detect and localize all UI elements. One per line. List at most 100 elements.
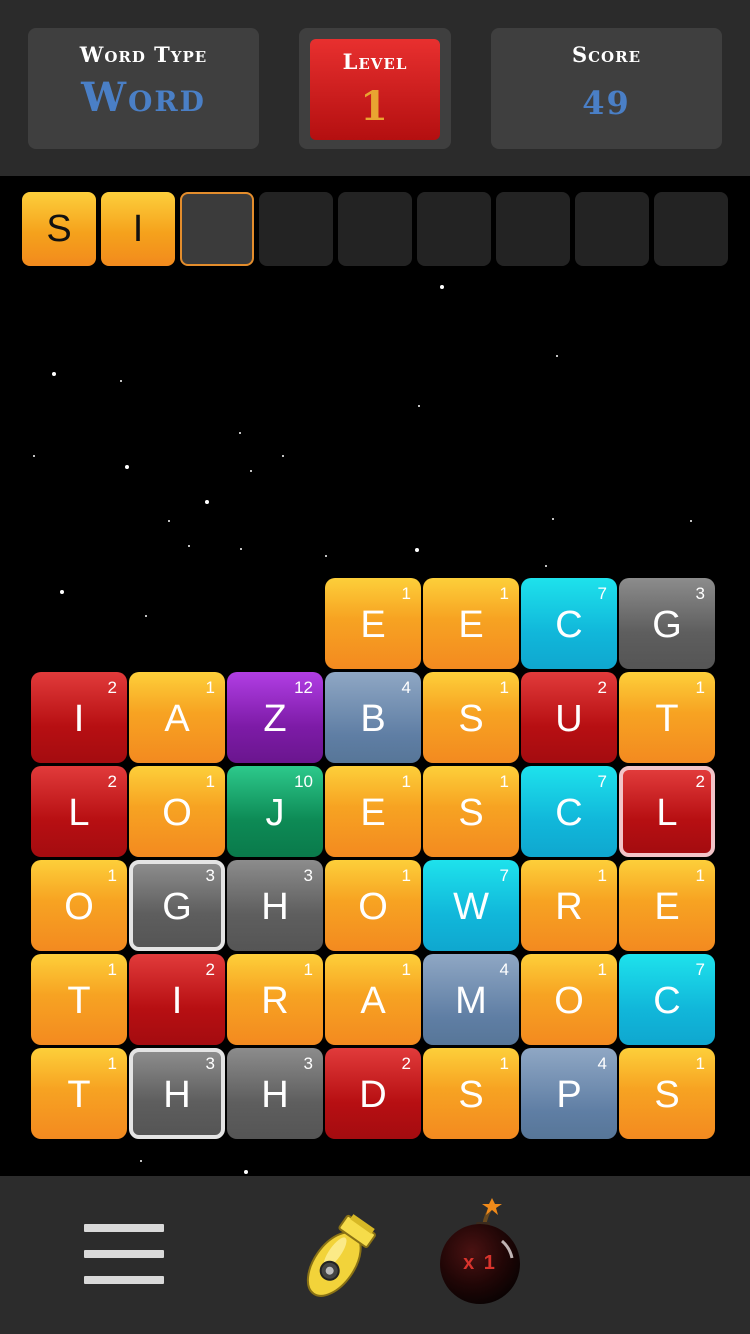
- letter-tile[interactable]: 1A: [129, 672, 225, 763]
- level-label: Level: [342, 49, 408, 74]
- letter-tile[interactable]: 4M: [423, 954, 519, 1045]
- star: [125, 465, 129, 469]
- tile-letter: H: [261, 886, 289, 928]
- letter-tile[interactable]: 7C: [619, 954, 715, 1045]
- tile-points: 1: [107, 1054, 117, 1073]
- word-slot-empty[interactable]: [338, 192, 412, 266]
- star: [52, 372, 56, 376]
- tile-letter: G: [162, 886, 192, 928]
- letter-tile[interactable]: 2I: [31, 672, 127, 763]
- star: [282, 455, 284, 457]
- rocket-powerup-button[interactable]: [290, 1196, 390, 1316]
- letter-tile[interactable]: 4B: [325, 672, 421, 763]
- letter-tile[interactable]: 2L: [31, 766, 127, 857]
- letter-tile[interactable]: 1E: [325, 766, 421, 857]
- tile-letter: T: [67, 1074, 91, 1116]
- letter-tile[interactable]: 10 J: [227, 766, 323, 857]
- game-screen: Word Type Word Level 1 Score 49 SI 1E1E7…: [0, 0, 750, 1334]
- word-slot-empty[interactable]: [575, 192, 649, 266]
- letter-tile[interactable]: 1S: [423, 672, 519, 763]
- word-slot-empty[interactable]: [654, 192, 728, 266]
- star: [440, 285, 444, 289]
- word-slot-filled[interactable]: I: [101, 192, 175, 266]
- header-bar: Word Type Word Level 1 Score 49: [0, 0, 750, 176]
- letter-tile[interactable]: 3G: [129, 860, 225, 951]
- tile-points: 2: [597, 678, 607, 697]
- letter-tile[interactable]: 7C: [521, 766, 617, 857]
- tile-letter: E: [360, 604, 386, 646]
- word-slot-empty[interactable]: [496, 192, 570, 266]
- tile-letter: A: [164, 698, 190, 740]
- tile-points: 1: [401, 584, 411, 603]
- tile-letter: H: [163, 1074, 191, 1116]
- letter-tile[interactable]: 1A: [325, 954, 421, 1045]
- tile-letter: I: [73, 698, 85, 740]
- letter-tile[interactable]: 1O: [325, 860, 421, 951]
- letter-tile[interactable]: 1O: [129, 766, 225, 857]
- letter-tile[interactable]: 2I: [129, 954, 225, 1045]
- letter-tile[interactable]: 1E: [619, 860, 715, 951]
- letter-tile[interactable]: 7W: [423, 860, 519, 951]
- tile-letter: R: [555, 886, 583, 928]
- tile-points: 4: [597, 1054, 607, 1073]
- letter-tile[interactable]: 3H: [227, 860, 323, 951]
- letter-tile[interactable]: 1S: [423, 1048, 519, 1139]
- letter-tile[interactable]: 1E: [423, 578, 519, 669]
- word-slot-filled[interactable]: S: [22, 192, 96, 266]
- star: [33, 455, 35, 457]
- tile-points: 12: [294, 678, 313, 697]
- letter-tile[interactable]: 1S: [423, 766, 519, 857]
- score-panel: Score 49: [491, 28, 722, 149]
- tile-letter: J: [265, 792, 285, 834]
- tile-points: 2: [107, 678, 117, 697]
- letter-tile[interactable]: 2D: [325, 1048, 421, 1139]
- letter-tile[interactable]: 1R: [521, 860, 617, 951]
- letter-tile[interactable]: 3H: [227, 1048, 323, 1139]
- star: [552, 518, 554, 520]
- star: [188, 545, 190, 547]
- word-slot-empty[interactable]: [180, 192, 254, 266]
- tile-points: 1: [499, 772, 509, 791]
- bomb-powerup-button[interactable]: x 1: [432, 1196, 528, 1308]
- letter-tile[interactable]: 7C: [521, 578, 617, 669]
- star: [140, 1160, 142, 1162]
- tile-letter: S: [458, 698, 484, 740]
- level-badge: Level 1: [310, 39, 440, 140]
- letter-tile[interactable]: 12 Z: [227, 672, 323, 763]
- word-slot-empty[interactable]: [259, 192, 333, 266]
- letter-tile[interactable]: 2L: [619, 766, 715, 857]
- letter-tile[interactable]: 1T: [619, 672, 715, 763]
- level-value: 1: [360, 83, 390, 130]
- letter-tile[interactable]: 3G: [619, 578, 715, 669]
- tile-points: 1: [695, 678, 705, 697]
- word-type-panel: Word Type Word: [28, 28, 259, 149]
- letter-tile[interactable]: 1T: [31, 1048, 127, 1139]
- tile-points: 3: [303, 1054, 313, 1073]
- letter-tile[interactable]: 2U: [521, 672, 617, 763]
- letter-tile[interactable]: 1T: [31, 954, 127, 1045]
- tile-letter: I: [171, 980, 183, 1022]
- letter-tile[interactable]: 1E: [325, 578, 421, 669]
- tile-letter: W: [453, 886, 489, 928]
- tile-letter: S: [458, 1074, 484, 1116]
- tile-points: 2: [205, 960, 215, 979]
- letter-tile[interactable]: 4P: [521, 1048, 617, 1139]
- star: [545, 565, 547, 567]
- tile-letter: S: [654, 1074, 680, 1116]
- letter-tile[interactable]: 1O: [521, 954, 617, 1045]
- word-slot-empty[interactable]: [417, 192, 491, 266]
- letter-tile[interactable]: 1O: [31, 860, 127, 951]
- star: [250, 470, 252, 472]
- letter-tile[interactable]: 1R: [227, 954, 323, 1045]
- tile-letter: L: [68, 792, 90, 834]
- menu-button[interactable]: [84, 1221, 166, 1285]
- letter-tile[interactable]: 3H: [129, 1048, 225, 1139]
- tile-letter: G: [652, 604, 682, 646]
- bomb-count: x 1: [463, 1252, 497, 1274]
- tile-letter: C: [555, 604, 583, 646]
- tile-points: 1: [205, 772, 215, 791]
- tile-points: 3: [205, 866, 215, 885]
- rocket-powerup-icon: [306, 1214, 376, 1297]
- footer-toolbar: x 1: [0, 1176, 750, 1334]
- letter-tile[interactable]: 1S: [619, 1048, 715, 1139]
